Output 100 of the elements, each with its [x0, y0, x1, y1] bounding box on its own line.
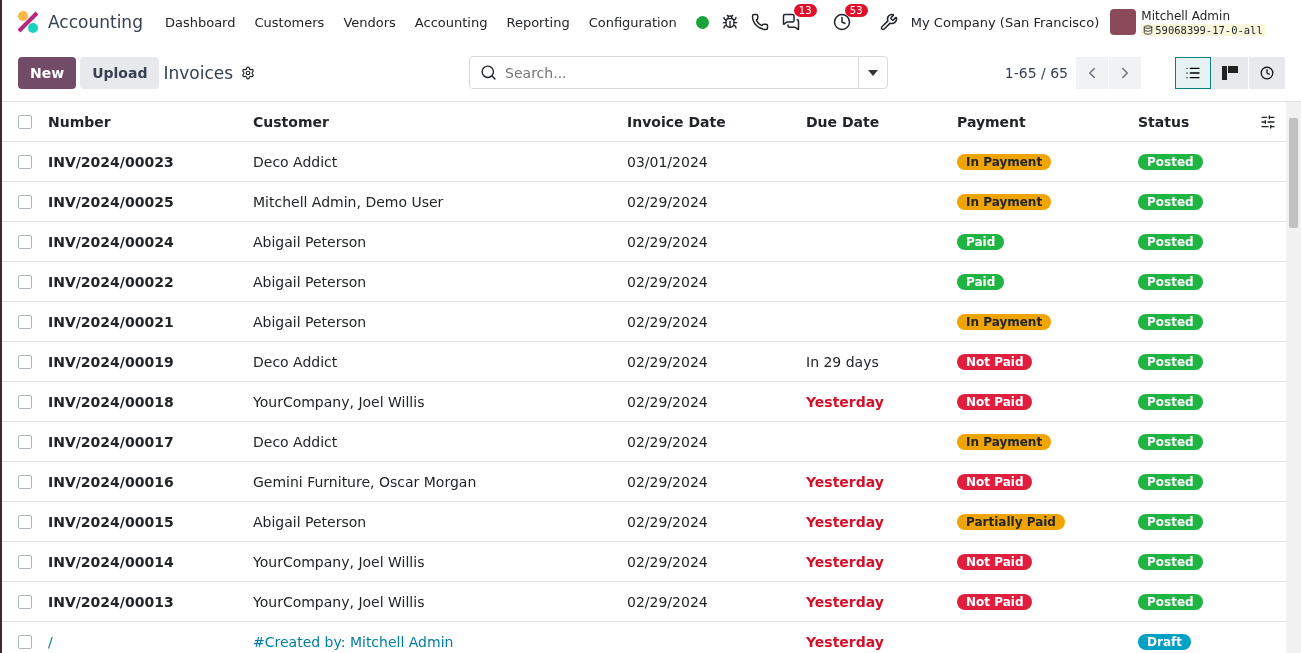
column-header[interactable]: Number [48, 113, 253, 130]
phone-icon[interactable] [750, 13, 769, 31]
invoice-number: INV/2024/00024 [48, 233, 175, 250]
payment-status-tag: Not Paid [957, 353, 1033, 370]
row-checkbox[interactable] [18, 354, 32, 369]
payment-status-tag: Not Paid [957, 593, 1033, 610]
row-checkbox[interactable] [18, 514, 32, 529]
menu-item[interactable]: Reporting [506, 14, 570, 30]
invoice-number: INV/2024/00013 [48, 593, 175, 610]
search-icon [480, 64, 498, 81]
customer-cell-text: #Created by: Mitchell Admin [253, 633, 455, 650]
row-checkbox[interactable] [18, 194, 32, 209]
payment-status-tag: Not Paid [957, 393, 1033, 410]
tools-icon[interactable] [879, 13, 898, 31]
customer-cell-text: Mitchell Admin, Demo User [253, 193, 445, 210]
bug-icon[interactable] [721, 14, 738, 30]
due-date-cell-text: Yesterday [806, 473, 885, 490]
previous-button[interactable] [1076, 56, 1108, 89]
payment-status-tag: In Payment [957, 193, 1052, 210]
customer-cell-text: Abigail Peterson [253, 313, 368, 330]
row-checkbox[interactable] [18, 634, 32, 649]
invoice-date-cell-text: 02/29/2024 [627, 233, 709, 250]
message-count-badge: 13 [793, 4, 817, 17]
menu-item[interactable]: Vendors [343, 14, 396, 30]
list-view-button[interactable] [1175, 56, 1211, 89]
user-name[interactable]: Mitchell Admin [1141, 8, 1265, 23]
invoice-number: INV/2024/00019 [48, 353, 175, 370]
payment-status-tag: Partially Paid [957, 513, 1065, 530]
invoice-number: INV/2024/00014 [48, 553, 175, 570]
invoice-status-tag: Draft [1138, 633, 1191, 650]
invoice-number: INV/2024/00017 [48, 433, 175, 450]
column-header[interactable]: Customer [253, 113, 627, 130]
invoice-date-cell-text: 02/29/2024 [627, 473, 709, 490]
due-date-cell-text: Yesterday [806, 593, 885, 610]
column-header[interactable]: Payment [957, 113, 1138, 130]
row-checkbox[interactable] [18, 594, 32, 609]
due-date-cell-text: In 29 days [806, 353, 880, 370]
column-header[interactable]: Status [1138, 113, 1246, 130]
app-logo-icon[interactable] [16, 10, 40, 34]
database-name: 59068399-17-0-all [1141, 23, 1265, 36]
user-avatar[interactable] [1110, 9, 1137, 35]
status-dot-icon [695, 15, 709, 29]
menu-item[interactable]: Customers [254, 14, 325, 30]
customer-cell-text: Deco Addict [253, 433, 339, 450]
clock-icon[interactable] [832, 13, 851, 31]
customer-cell-text: Gemini Furniture, Oscar Morgan [253, 473, 478, 490]
payment-status-tag: Paid [957, 273, 1005, 290]
row-checkbox[interactable] [18, 234, 32, 249]
app-name[interactable]: Accounting [48, 12, 143, 32]
payment-status-tag: In Payment [957, 433, 1052, 450]
upload-button[interactable]: Upload [80, 56, 160, 89]
invoice-number: INV/2024/00018 [48, 393, 175, 410]
customer-cell-text: Abigail Peterson [253, 273, 368, 290]
payment-status-tag: In Payment [957, 153, 1052, 170]
menu-item[interactable]: Dashboard [164, 14, 236, 30]
invoice-date-cell-text: 02/29/2024 [627, 353, 709, 370]
company-switcher[interactable]: My Company (San Francisco) [910, 14, 1100, 30]
kanban-icon [1222, 64, 1238, 81]
invoice-date-cell-text: 02/29/2024 [627, 313, 709, 330]
payment-status-tag: Not Paid [957, 553, 1033, 570]
kanban-view-button[interactable] [1212, 56, 1248, 89]
select-all-checkbox[interactable] [18, 114, 32, 129]
row-checkbox[interactable] [18, 554, 32, 569]
row-checkbox[interactable] [18, 154, 32, 169]
chat-icon[interactable] [781, 13, 800, 31]
column-settings-icon[interactable] [1260, 113, 1276, 130]
due-date-cell-text: Yesterday [806, 633, 885, 650]
invoice-status-tag: Posted [1138, 593, 1203, 610]
row-checkbox[interactable] [18, 274, 32, 289]
scrollbar[interactable] [1286, 102, 1301, 653]
invoice-status-tag: Posted [1138, 233, 1203, 250]
column-header[interactable]: Invoice Date [627, 113, 806, 130]
customer-cell-text: Deco Addict [253, 353, 339, 370]
settings-icon[interactable] [241, 65, 256, 80]
due-date-cell-text: Yesterday [806, 393, 885, 410]
row-checkbox[interactable] [18, 474, 32, 489]
row-checkbox[interactable] [18, 314, 32, 329]
menu-item[interactable]: Configuration [588, 14, 677, 30]
invoice-status-tag: Posted [1138, 313, 1203, 330]
pager-value[interactable]: 1-65 / 65 [1004, 64, 1068, 81]
column-header[interactable]: Due Date [806, 113, 957, 130]
customer-cell-text: YourCompany, Joel Willis [253, 553, 426, 570]
row-checkbox[interactable] [18, 394, 32, 409]
search-field[interactable]: Search... [469, 56, 889, 89]
customer-cell-text: Deco Addict [253, 153, 339, 170]
invoice-status-tag: Posted [1138, 193, 1203, 210]
activity-view-button[interactable] [1249, 56, 1285, 89]
invoice-status-tag: Posted [1138, 153, 1203, 170]
menu-item[interactable]: Accounting [414, 14, 488, 30]
invoice-number: INV/2024/00021 [48, 313, 175, 330]
customer-cell-text: YourCompany, Joel Willis [253, 393, 426, 410]
invoice-status-tag: Posted [1138, 353, 1203, 370]
invoice-date-cell-text: 02/29/2024 [627, 393, 709, 410]
invoice-date-cell-text: 02/29/2024 [627, 193, 709, 210]
row-checkbox[interactable] [18, 434, 32, 449]
payment-status-tag: Not Paid [957, 473, 1033, 490]
invoice-number: / [48, 633, 54, 650]
page-title: Invoices [163, 62, 234, 83]
new-button[interactable]: New [18, 56, 77, 89]
next-button[interactable] [1109, 56, 1141, 89]
